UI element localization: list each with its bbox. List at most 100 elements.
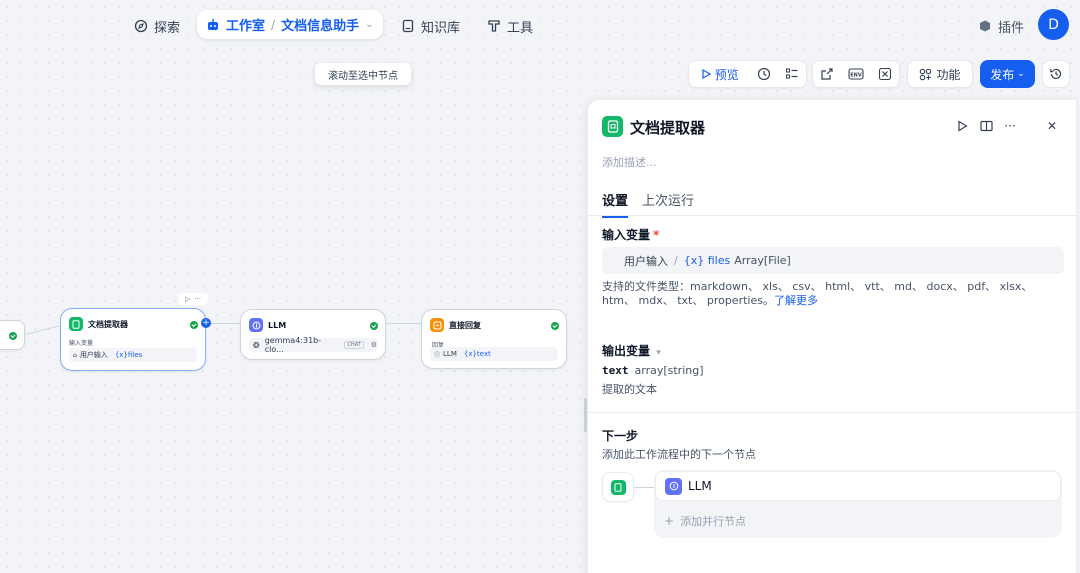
panel-title[interactable]: 文档提取器 <box>630 117 705 138</box>
output-var-name: text <box>602 364 629 377</box>
preview-button[interactable]: 预览 <box>689 61 750 87</box>
next-step-description: 添加此工作流程中的下一个节点 <box>602 448 756 461</box>
output-variables-title[interactable]: 输出变量 ▾ <box>602 342 661 359</box>
model-name: gemma4:31b-clo... <box>264 336 322 354</box>
llm-node-header: LLM <box>249 318 286 332</box>
collapse-icon: ▾ <box>656 348 661 358</box>
nav-studio[interactable]: 工作室 / 文档信息助手 ⌄ <box>197 10 383 39</box>
next-step-title: 下一步 <box>602 429 639 443</box>
input-variable-selector[interactable]: 用户输入 / {x} files Array[File] <box>602 247 1064 274</box>
chip-source: LLM <box>443 350 457 358</box>
next-nodes-list: LLM + 添加并行节点 <box>654 470 1062 538</box>
env-icon: ENV <box>848 68 864 80</box>
success-check-icon <box>551 322 559 330</box>
answer-node-title: 直接回复 <box>449 320 481 330</box>
env-button[interactable]: ENV <box>842 61 871 87</box>
run-history-button[interactable] <box>750 61 778 87</box>
success-check-icon <box>190 321 198 329</box>
input-variables-title: 输入变量 * <box>602 226 659 243</box>
nav-explore[interactable]: 探索 <box>134 14 180 38</box>
cube-icon <box>980 20 990 32</box>
answer-variable-chip: ⓘ LLM {x}text <box>430 347 558 361</box>
help-book-icon[interactable] <box>978 118 994 134</box>
output-var-type: array[string] <box>634 364 704 377</box>
input-variable-chip: ⌂ 用户输入 {x}files <box>69 348 197 362</box>
model-provider-icon: ❂ <box>253 340 260 350</box>
next-node-llm[interactable]: LLM <box>655 471 1061 501</box>
tabs-divider <box>588 215 1076 216</box>
llm-small-icon: ⓘ <box>434 351 441 359</box>
run-node-icon[interactable]: ▷ <box>185 295 190 303</box>
more-icon[interactable]: ··· <box>194 295 201 303</box>
output-variables-label: 输出变量 <box>602 344 651 358</box>
learn-more-link[interactable]: 了解更多 <box>774 294 818 307</box>
nav-studio-label: 工作室 <box>226 19 266 34</box>
input-variable-label: 输入变量 <box>69 340 94 347</box>
preview-label: 预览 <box>714 67 739 82</box>
nav-knowledge-label: 知识库 <box>421 20 461 36</box>
add-parallel-node-button[interactable]: + 添加并行节点 <box>664 513 746 529</box>
var-name: {x} files <box>683 254 731 267</box>
chevron-down-icon[interactable]: ⌄ <box>365 19 373 30</box>
model-chip[interactable]: ❂ gemma4:31b-clo... CHAT ⚙ <box>249 336 377 354</box>
answer-icon <box>430 318 444 332</box>
document-icon <box>610 479 626 495</box>
nav-knowledge[interactable]: 知识库 <box>401 14 460 38</box>
chip-source: 用户输入 <box>79 351 108 359</box>
export-icon <box>821 68 833 80</box>
scroll-to-node-tooltip: 滚动至选中节点 <box>315 63 411 85</box>
edge-llm-answer <box>386 323 421 324</box>
node-tools[interactable]: ▷ ··· <box>178 293 208 305</box>
version-history-button[interactable] <box>1042 60 1070 88</box>
play-icon <box>702 69 711 79</box>
close-icon[interactable]: ✕ <box>1044 118 1060 134</box>
answer-node[interactable]: 直接回复 回复 ⓘ LLM {x}text <box>421 309 567 369</box>
chevron-down-icon: ⌄ <box>1017 69 1025 79</box>
checklist-button[interactable] <box>778 61 806 87</box>
document-icon <box>602 116 623 137</box>
svg-text:ENV: ENV <box>850 73 862 79</box>
description-input[interactable]: 添加描述... <box>602 154 657 170</box>
extractor-node-header: 文档提取器 <box>69 317 128 331</box>
nav-explore-label: 探索 <box>154 20 181 36</box>
nav-plugins-label: 插件 <box>998 20 1025 36</box>
llm-node[interactable]: LLM ❂ gemma4:31b-clo... CHAT ⚙ <box>240 309 386 360</box>
run-step-icon[interactable] <box>954 118 970 134</box>
success-check-icon <box>9 332 17 340</box>
tool-icon <box>488 20 500 32</box>
publish-button[interactable]: 发布 ⌄ <box>980 60 1035 88</box>
clock-play-icon <box>758 67 771 81</box>
app-name[interactable]: 文档信息助手 <box>281 15 359 34</box>
book-icon <box>402 19 414 33</box>
extractor-node[interactable]: 文档提取器 输入变量 ⌂ 用户输入 {x}files <box>60 308 206 371</box>
current-node-icon <box>602 472 634 502</box>
edge-extractor-llm <box>211 323 241 324</box>
env-group: ENV <box>812 60 900 88</box>
tab-settings[interactable]: 设置 <box>602 190 629 218</box>
panel-tabs: 设置 上次运行 <box>602 190 694 218</box>
variables-button[interactable] <box>870 61 899 87</box>
publish-label: 发布 <box>990 67 1015 82</box>
required-mark: * <box>653 228 660 242</box>
nav-tools-label: 工具 <box>507 20 534 36</box>
add-node-plus-icon[interactable]: + <box>201 318 211 328</box>
compass-icon <box>134 19 148 33</box>
tab-last-run[interactable]: 上次运行 <box>642 190 694 218</box>
next-node-label: LLM <box>688 479 712 493</box>
var-separator: / <box>674 254 678 267</box>
features-button[interactable]: 功能 <box>908 61 972 87</box>
section-divider <box>588 412 1076 413</box>
output-var-description: 提取的文本 <box>602 383 657 396</box>
chip-var: {x}text <box>463 350 491 358</box>
supported-filetypes: 支持的文件类型：markdown、 xls、 csv、 html、 vtt、 m… <box>602 280 1062 308</box>
nav-tools[interactable]: 工具 <box>487 14 533 38</box>
nav-separator: / <box>271 17 276 32</box>
avatar[interactable]: D <box>1038 9 1069 40</box>
model-mode-badge: CHAT <box>344 341 364 349</box>
variable-icon <box>878 67 891 81</box>
nav-plugins[interactable]: 插件 <box>978 14 1024 38</box>
more-icon[interactable]: ··· <box>1002 118 1018 134</box>
features-label: 功能 <box>936 67 961 82</box>
export-button[interactable] <box>813 61 842 87</box>
start-node[interactable] <box>0 320 25 350</box>
